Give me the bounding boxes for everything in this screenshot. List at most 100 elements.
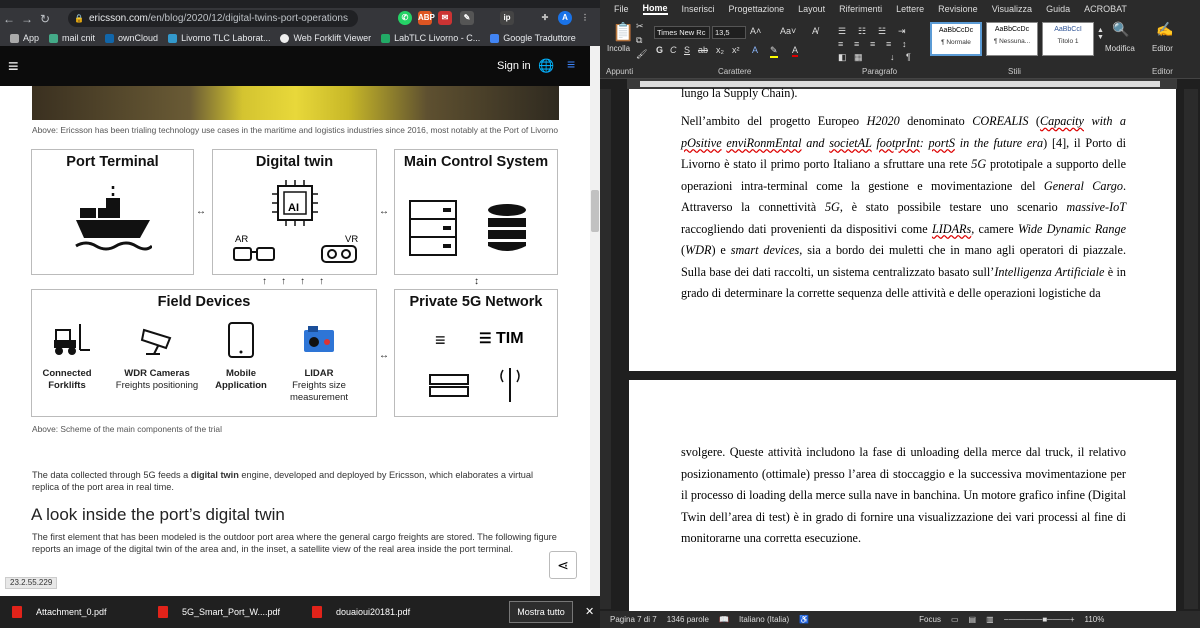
- zoom-slider[interactable]: −──────■────+: [1004, 615, 1075, 624]
- address-bar[interactable]: 🔒 ericsson.com /en/blog/2020/12/digital-…: [68, 10, 358, 27]
- borders-icon[interactable]: ▦: [854, 52, 863, 63]
- font-color-icon[interactable]: A: [792, 45, 799, 57]
- underline-icon[interactable]: S: [684, 45, 690, 55]
- bookmark-labtlc[interactable]: LabTLC Livorno - C...: [381, 33, 480, 43]
- language[interactable]: Italiano (Italia): [739, 615, 789, 624]
- ai-chip-label: AI: [288, 202, 299, 214]
- page-scrollbar[interactable]: [590, 46, 600, 596]
- tab-design[interactable]: Progettazione: [729, 4, 785, 14]
- strikethrough-icon[interactable]: ab: [698, 45, 708, 55]
- share-button[interactable]: ⋖: [549, 551, 577, 579]
- text-effects-icon[interactable]: A: [752, 45, 758, 55]
- proofing-icon[interactable]: 📖: [719, 615, 729, 624]
- bookmark-google-translate[interactable]: Google Traduttore: [490, 33, 576, 43]
- read-mode-icon[interactable]: ▭: [951, 615, 959, 624]
- digital-twin-box: Digital twin AI AR VR: [212, 149, 377, 275]
- highlight-icon[interactable]: ✎: [770, 45, 778, 58]
- tab-layout[interactable]: Layout: [798, 4, 825, 14]
- format-painter-icon[interactable]: 🖌: [636, 49, 647, 60]
- tab-acrobat[interactable]: ACROBAT: [1084, 4, 1127, 14]
- focus-button[interactable]: Focus: [919, 615, 941, 624]
- whatsapp-extension-icon[interactable]: ✆: [398, 11, 412, 25]
- line-spacing-icon[interactable]: ↕: [902, 39, 907, 49]
- subscript-icon[interactable]: x₂: [716, 45, 724, 55]
- reload-icon[interactable]: ↻: [36, 12, 54, 26]
- ericsson-logo[interactable]: ≡: [8, 56, 18, 77]
- align-right-icon[interactable]: ≡: [870, 39, 875, 49]
- web-layout-icon[interactable]: ▥: [986, 615, 994, 624]
- tab-help[interactable]: Guida: [1046, 4, 1070, 14]
- modify-button[interactable]: Modifica: [1105, 44, 1135, 53]
- styles-scroll-icon[interactable]: ▲ ▼: [1097, 27, 1104, 41]
- globe-icon[interactable]: 🌐: [538, 58, 554, 74]
- vertical-ruler[interactable]: [600, 89, 611, 609]
- extensions-puzzle-icon[interactable]: ✚: [538, 11, 552, 25]
- document-scrollbar[interactable]: [1184, 89, 1198, 609]
- word-count[interactable]: 1346 parole: [667, 615, 709, 624]
- indent-icon[interactable]: ⇥: [898, 26, 906, 37]
- download-item-douaioui[interactable]: douaioui20181.pdf: [312, 606, 410, 618]
- modify-search-icon[interactable]: 🔍: [1112, 21, 1129, 38]
- align-center-icon[interactable]: ≡: [854, 39, 859, 49]
- back-icon[interactable]: ←: [0, 12, 18, 26]
- copy-icon[interactable]: ⧉: [636, 35, 642, 46]
- font-size-select[interactable]: 13,5: [712, 26, 746, 39]
- multilevel-list-icon[interactable]: ☱: [878, 26, 886, 37]
- bullets-icon[interactable]: ☰: [838, 26, 846, 37]
- bookmark-livorno-tlc[interactable]: Livorno TLC Laborat...: [168, 33, 270, 43]
- style-heading-1[interactable]: AaBbCcI Titolo 1: [1042, 22, 1094, 56]
- translate-extension-icon[interactable]: ✎: [460, 11, 474, 25]
- style-normal[interactable]: AaBbCcDc ¶ Normale: [930, 22, 982, 56]
- align-left-icon[interactable]: ≡: [838, 39, 843, 49]
- bookmark-apps[interactable]: App: [10, 33, 39, 43]
- download-item-5g-smart-port[interactable]: 5G_Smart_Port_W....pdf: [158, 606, 280, 618]
- pin-extension-icon[interactable]: ip: [500, 11, 514, 25]
- tab-insert[interactable]: Inserisci: [682, 4, 715, 14]
- url-path: /en/blog/2020/12/digital-twins-port-oper…: [147, 13, 348, 24]
- adblock-extension-icon[interactable]: ABP: [418, 11, 435, 25]
- sort-icon[interactable]: ↓: [890, 52, 895, 62]
- paste-button[interactable]: Incolla: [607, 44, 630, 53]
- pilcrow-icon[interactable]: ¶: [906, 52, 911, 62]
- cut-icon[interactable]: ✂: [636, 21, 644, 32]
- forward-icon[interactable]: →: [18, 12, 36, 26]
- bold-icon[interactable]: G: [656, 45, 663, 55]
- paste-icon[interactable]: 📋: [612, 22, 634, 43]
- font-family-select[interactable]: Times New Rc: [654, 26, 710, 39]
- justify-icon[interactable]: ≡: [886, 39, 891, 49]
- numbering-icon[interactable]: ☷: [858, 26, 866, 37]
- shading-icon[interactable]: ◧: [838, 52, 847, 63]
- accessibility-icon[interactable]: ♿: [799, 615, 809, 624]
- page-count[interactable]: Pagina 7 di 7: [610, 615, 657, 624]
- tab-references[interactable]: Riferimenti: [839, 4, 882, 14]
- tab-mailings[interactable]: Lettere: [896, 4, 924, 14]
- style-no-spacing[interactable]: AaBbCcDc ¶ Nessuna...: [986, 22, 1038, 56]
- zoom-level[interactable]: 110%: [1085, 615, 1105, 624]
- tab-view[interactable]: Visualizza: [992, 4, 1032, 14]
- bookmark-mail-cnit[interactable]: mail cnit: [49, 33, 95, 43]
- close-downloads-icon[interactable]: ✕: [585, 605, 594, 618]
- show-all-button[interactable]: Mostra tutto: [509, 601, 573, 623]
- grow-font-icon[interactable]: A˄: [750, 26, 761, 36]
- change-case-icon[interactable]: Aa˅: [780, 26, 796, 36]
- editor-button[interactable]: Editor: [1152, 44, 1173, 53]
- hamburger-menu-icon[interactable]: ≡: [567, 56, 575, 72]
- bookmark-owncloud[interactable]: ownCloud: [105, 33, 158, 43]
- mail-extension-icon[interactable]: ✉: [438, 11, 452, 25]
- italic-icon[interactable]: C: [670, 45, 677, 55]
- tab-review[interactable]: Revisione: [938, 4, 978, 14]
- scrollbar-thumb[interactable]: [591, 190, 599, 232]
- superscript-icon[interactable]: x²: [732, 45, 740, 55]
- document-page-1[interactable]: lungo la Supply Chain). Nell’ambito del …: [629, 86, 1176, 371]
- document-page-2[interactable]: svolgere. Queste attività includono la f…: [629, 380, 1176, 611]
- clear-format-icon[interactable]: A̸: [812, 26, 818, 36]
- print-layout-icon[interactable]: ▤: [969, 615, 977, 624]
- download-item-attachment[interactable]: Attachment_0.pdf: [12, 606, 107, 618]
- tab-home[interactable]: Home: [642, 3, 668, 15]
- bookmark-forklift-viewer[interactable]: Web Forklift Viewer: [280, 33, 371, 43]
- editor-icon[interactable]: ✍: [1156, 21, 1173, 38]
- menu-kebab-icon[interactable]: ⋮: [578, 11, 592, 25]
- sign-in-link[interactable]: Sign in: [497, 60, 531, 72]
- profile-avatar[interactable]: A: [558, 11, 572, 25]
- tab-file[interactable]: File: [614, 4, 629, 14]
